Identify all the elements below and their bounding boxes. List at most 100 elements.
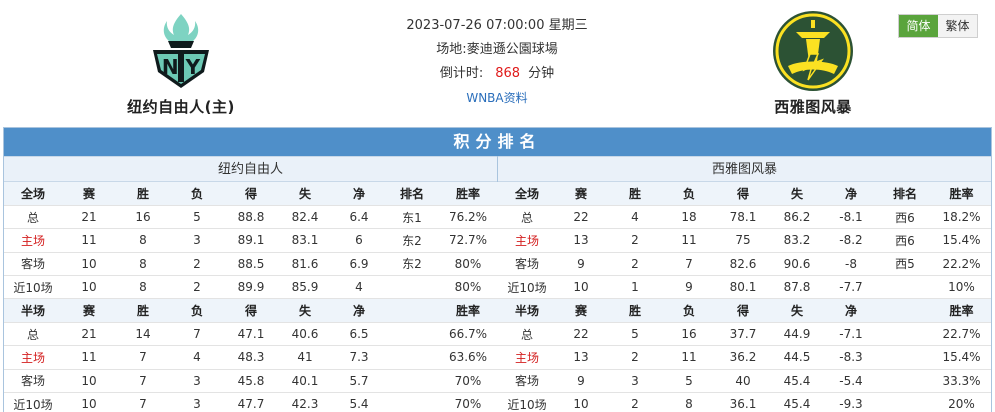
header-cell: 负 [170, 182, 224, 206]
countdown-value: 868 [495, 66, 521, 81]
header-cell: 胜率 [932, 298, 991, 323]
table-cell: 63.6% [438, 345, 498, 370]
table-cell: 2 [608, 228, 662, 253]
countdown-unit: 分钟 [528, 66, 555, 81]
table-cell: 33.3% [932, 369, 991, 394]
home-team-block[interactable]: N Y 纽约自由人(主) [96, 8, 266, 117]
table-cell: 36.2 [716, 345, 770, 370]
match-venue: 场地:麥迪遜公園球場 [347, 38, 647, 62]
table-cell: 2 [608, 252, 662, 277]
header-cell: 全场 [498, 182, 554, 206]
row-label: 近10场 [4, 275, 62, 300]
table-cell: 西6 [878, 205, 932, 230]
home-standings-table: 全场赛胜负得失净排名 胜率总 21 16 5 88.8 82.4 6.4 东1 76.2% 主场 11… [4, 182, 498, 412]
table-cell: 5 [608, 322, 662, 347]
table-cell: 44.5 [770, 345, 824, 370]
table-cell: 7 [116, 392, 170, 412]
table-cell: 90.6 [770, 252, 824, 277]
table-cell: -8.3 [824, 345, 878, 370]
lang-simplified-button[interactable]: 简体 [899, 15, 938, 37]
table-cell: 6.4 [332, 205, 386, 230]
home-standings-panel: 纽约自由人 全场赛胜负得失净排名 胜率总 21 16 5 88.8 82.4 6.4 东1 76.… [4, 156, 498, 412]
table-cell: 14 [116, 322, 170, 347]
table-cell: 4 [332, 275, 386, 300]
table-cell: 11 [662, 228, 716, 253]
table-cell: 3 [170, 392, 224, 412]
table-cell: 15.4% [932, 345, 991, 370]
table-cell: -8.1 [824, 205, 878, 230]
table-cell: 2 [170, 252, 224, 277]
table-cell: 10 [62, 252, 116, 277]
table-cell: -7.7 [824, 275, 878, 300]
table-cell: 20% [932, 392, 991, 412]
table-cell: 48.3 [224, 345, 278, 370]
header-cell: 全场 [4, 182, 62, 206]
home-team-name: 纽约自由人(主) [127, 98, 235, 116]
away-team-block[interactable]: 西雅图风暴 [728, 8, 898, 117]
header-cell: 胜 [116, 182, 170, 206]
table-cell: 83.2 [770, 228, 824, 253]
table-cell: 11 [662, 345, 716, 370]
venue-label: 场地: [436, 42, 467, 57]
standings-title: 积分排名 [4, 128, 991, 156]
table-cell: 7 [170, 322, 224, 347]
table-cell: 22.7% [932, 322, 991, 347]
standings-header-row: 全场赛胜负得失净排名 胜率 [498, 182, 991, 206]
table-cell: 7 [662, 252, 716, 277]
away-standings-panel: 西雅图风暴 全场赛胜负得失净排名 胜率总 22 4 18 78.1 86.2 -8.1 西6 18… [498, 156, 991, 412]
match-info: 2023-07-26 07:00:00 星期三 场地:麥迪遜公園球場 倒计时: 8… [347, 14, 647, 110]
table-row: 近10场 10 7 3 47.7 42.3 5.4 70% [4, 392, 498, 412]
table-cell: 9 [554, 252, 608, 277]
header-cell: 净 [824, 182, 878, 206]
seattle-storm-logo-icon [773, 11, 853, 91]
table-row: 主场 11 7 4 48.3 41 7.3 63.6% [4, 345, 498, 370]
table-cell: 80.1 [716, 275, 770, 300]
venue-name: 麥迪遜公園球場 [466, 42, 558, 57]
table-cell: 89.9 [224, 275, 278, 300]
home-standings-title: 纽约自由人 [4, 156, 497, 182]
table-row: 总 21 14 7 47.1 40.6 6.5 66.7% [4, 322, 498, 347]
match-header: N Y 纽约自由人(主) 2023-07-26 07:00:00 星期三 场地:… [0, 0, 995, 127]
row-label: 客场 [498, 252, 554, 277]
table-cell: 22.2% [932, 252, 991, 277]
table-cell: 9 [662, 275, 716, 300]
table-cell: 41 [278, 345, 332, 370]
table-cell: 5.4 [332, 392, 386, 412]
table-cell: 22 [554, 322, 608, 347]
table-cell: 37.7 [716, 322, 770, 347]
lang-traditional-button[interactable]: 繁体 [938, 15, 977, 37]
table-cell: 6 [332, 228, 386, 253]
standings-panels: 纽约自由人 全场赛胜负得失净排名 胜率总 21 16 5 88.8 82.4 6.4 东1 76.… [4, 156, 991, 412]
header-cell: 净 [824, 298, 878, 323]
table-cell: 45.8 [224, 369, 278, 394]
table-cell: 11 [62, 345, 116, 370]
table-cell: 6.5 [332, 322, 386, 347]
table-cell: 76.2% [438, 205, 498, 230]
table-cell: 10 [62, 275, 116, 300]
table-cell: 45.4 [770, 369, 824, 394]
table-cell: 13 [554, 228, 608, 253]
table-cell [878, 392, 932, 412]
table-cell: 7 [116, 345, 170, 370]
table-cell: 80% [438, 275, 498, 300]
table-row: 客场 10 8 2 88.5 81.6 6.9 东2 80% [4, 252, 498, 277]
table-cell: 2 [608, 345, 662, 370]
table-cell [386, 392, 438, 412]
table-cell: 2 [608, 392, 662, 412]
table-cell: -8.2 [824, 228, 878, 253]
table-cell: 东2 [386, 252, 438, 277]
row-label: 总 [4, 205, 62, 230]
table-cell: 4 [608, 205, 662, 230]
table-cell: 5 [170, 205, 224, 230]
table-row: 近10场 10 1 9 80.1 87.8 -7.7 10% [498, 275, 991, 300]
table-cell: 47.1 [224, 322, 278, 347]
header-cell: 半场 [498, 298, 554, 323]
table-cell: 82.4 [278, 205, 332, 230]
table-cell: 西6 [878, 228, 932, 253]
standings-header-row: 全场赛胜负得失净排名 胜率 [4, 182, 498, 206]
table-cell: 4 [170, 345, 224, 370]
table-cell: 2 [170, 275, 224, 300]
table-cell: 80% [438, 252, 498, 277]
league-info-link[interactable]: WNBA资料 [466, 91, 527, 105]
header-cell: 得 [224, 298, 278, 323]
